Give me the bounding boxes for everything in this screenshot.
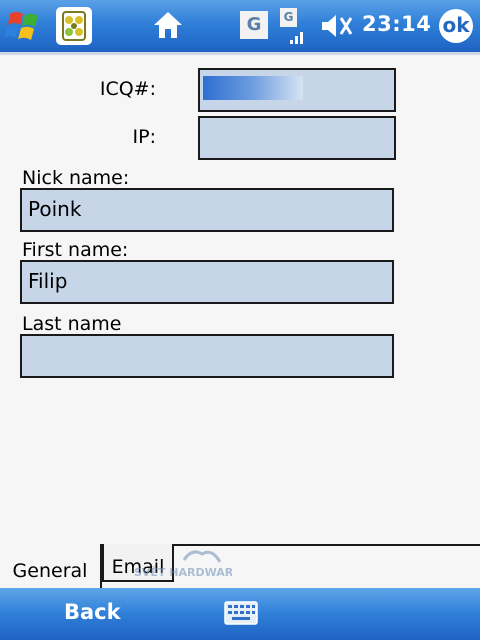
icq-flower-icon bbox=[62, 11, 86, 41]
ok-button[interactable]: ok bbox=[439, 9, 473, 43]
gprs-indicator: G bbox=[240, 11, 268, 39]
volume-button[interactable] bbox=[320, 12, 354, 40]
softkey-bar: Back bbox=[0, 588, 480, 640]
ip-input[interactable] bbox=[198, 116, 396, 160]
icq-number-label: ICQ#: bbox=[99, 78, 156, 100]
keyboard-button[interactable] bbox=[224, 601, 258, 625]
keyboard-icon bbox=[224, 601, 258, 625]
nick-name-input[interactable]: Poink bbox=[20, 188, 394, 232]
svg-text:SVĚT HARDWARE: SVĚT HARDWARE bbox=[134, 566, 232, 579]
home-button[interactable] bbox=[152, 10, 184, 40]
first-name-label: First name: bbox=[22, 239, 129, 261]
clock[interactable]: 23:14 bbox=[362, 12, 431, 36]
divider bbox=[0, 52, 480, 55]
home-icon bbox=[154, 12, 182, 38]
text-selection bbox=[203, 76, 303, 100]
signal-icon: G bbox=[280, 8, 308, 46]
last-name-label: Last name bbox=[22, 313, 122, 335]
tab-general[interactable]: General bbox=[0, 544, 102, 590]
icq-app-button[interactable] bbox=[56, 7, 92, 45]
start-button[interactable] bbox=[4, 6, 46, 46]
volume-muted-icon bbox=[322, 15, 353, 37]
windows-flag-icon bbox=[4, 12, 38, 40]
status-bar: G G 23:14 ok bbox=[0, 0, 480, 52]
watermark-logo: SVĚT HARDWARE bbox=[132, 546, 241, 584]
icq-number-input[interactable] bbox=[198, 68, 396, 112]
back-button[interactable]: Back bbox=[64, 600, 121, 624]
watermark: SVĚT HARDWARE bbox=[132, 546, 241, 580]
first-name-input[interactable]: Filip bbox=[20, 260, 394, 304]
last-name-input[interactable] bbox=[20, 334, 394, 378]
ip-label: IP: bbox=[132, 126, 156, 148]
tab-strip: General Email bbox=[0, 544, 480, 590]
nick-name-label: Nick name: bbox=[22, 167, 130, 189]
